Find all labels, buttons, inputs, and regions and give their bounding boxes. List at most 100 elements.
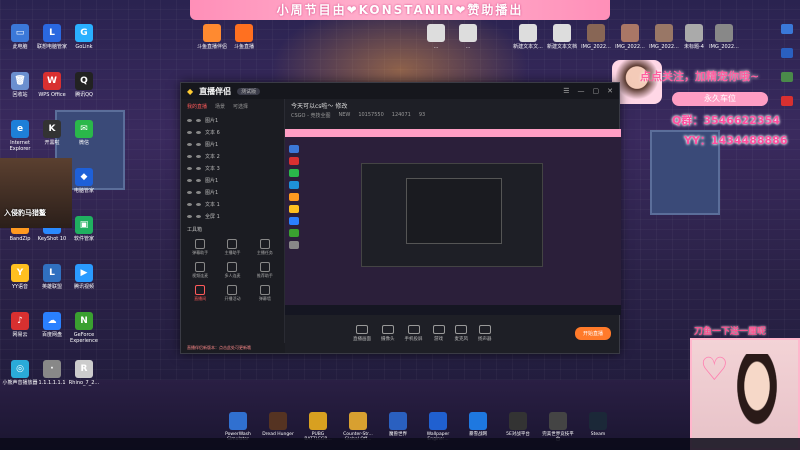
desktop-icon[interactable]: N GeForce Experience (66, 312, 102, 344)
scene-label: 文本 1 (205, 201, 220, 208)
scene-label: 图片1 (205, 177, 219, 184)
desktop-icon[interactable]: IMG_2022... (648, 24, 680, 50)
toolbox-item[interactable]: 开播活动 (217, 285, 247, 302)
stream-meta-item: NEW (338, 112, 351, 118)
desktop-icon[interactable]: G GoLink (66, 24, 102, 50)
eye-icon[interactable] (187, 142, 192, 146)
desktop-icon[interactable]: ... (420, 24, 452, 50)
eye-icon[interactable] (187, 130, 192, 134)
source-button[interactable]: 游戏 (432, 324, 445, 342)
eye-icon[interactable] (187, 154, 192, 158)
toolbox-item[interactable]: 主播任务 (250, 239, 280, 256)
desktop-icon[interactable] (781, 96, 793, 106)
scene-item[interactable]: 图片1 (181, 174, 284, 186)
toolbox-item[interactable]: 直播间 (185, 285, 215, 302)
desktop-icon[interactable]: ◎ 小熊声音播放器 (2, 360, 38, 386)
desktop-icon[interactable]: L 英雄联盟 (34, 264, 70, 290)
desktop-icon[interactable]: 未标题-4 (678, 24, 710, 50)
sponsor-banner: 小周节目由❤KONSTANIN❤赞助播出 (190, 0, 610, 20)
desktop-icon[interactable]: W WPS Office (34, 72, 70, 98)
scene-item[interactable]: 文本 1 (181, 198, 284, 210)
source-button[interactable]: 麦克风 (455, 324, 468, 342)
source-button[interactable]: 扬声器 (478, 324, 492, 342)
source-button[interactable]: 直播画面 (353, 324, 371, 342)
scene-item[interactable]: 文本 3 (181, 162, 284, 174)
desktop-icon[interactable]: L 联想电脑管家 (34, 24, 70, 50)
lock-icon[interactable] (196, 118, 201, 122)
desktop-icon[interactable]: R Rhino_7_2... (66, 360, 102, 386)
app-logo: 直播伴侣 (199, 86, 232, 96)
desktop-icon[interactable]: K 开黑啦 (34, 120, 70, 146)
minimize-icon[interactable]: — (578, 87, 585, 95)
eye-icon[interactable] (187, 190, 192, 194)
eye-icon[interactable] (187, 202, 192, 206)
desktop-icon[interactable]: · 1.1.1.1.1.1 (34, 360, 70, 386)
source-button[interactable]: 摄像头 (381, 324, 395, 342)
source-icon (381, 324, 394, 334)
toolbox-item[interactable]: 主播助手 (217, 239, 247, 256)
toolbox-item[interactable]: 多人连麦 (217, 262, 247, 279)
lock-icon[interactable] (196, 214, 201, 218)
lock-icon[interactable] (196, 178, 201, 182)
update-notice[interactable]: 直播伴侣新版本：点击此处可更新哦 (181, 343, 285, 353)
maximize-icon[interactable]: ▢ (593, 87, 600, 95)
source-button-label: 扬声器 (478, 336, 492, 342)
lock-icon[interactable] (196, 130, 201, 134)
desktop-icon[interactable]: 新建文本文档 (546, 24, 578, 50)
desktop-icon[interactable]: ▶ 腾讯视频 (66, 264, 102, 290)
source-button-label: 摄像头 (381, 336, 395, 342)
eye-icon[interactable] (187, 178, 192, 182)
lock-icon[interactable] (196, 142, 201, 146)
sidebar-tab[interactable]: 我的直播 (187, 103, 207, 110)
desktop-icon-label: GeForce Experience (70, 332, 98, 344)
desktop-icon[interactable]: 斗鱼直播 (228, 24, 260, 50)
desktop-icon[interactable]: ♪ 网易云 (2, 312, 38, 338)
stream-preview[interactable] (285, 129, 621, 315)
eye-icon[interactable] (187, 214, 192, 218)
menu-icon[interactable]: ☰ (563, 87, 569, 95)
desktop-icon[interactable]: 🗑 回收站 (2, 72, 38, 98)
scene-item[interactable]: 全屏 1 (181, 210, 284, 222)
desktop-icon[interactable]: Y YY语音 (2, 264, 38, 290)
desktop-icon[interactable]: ▭ 此电脑 (2, 24, 38, 50)
lock-icon[interactable] (196, 154, 201, 158)
desktop-icon[interactable]: Q 腾讯QQ (66, 72, 102, 98)
toolbox-item[interactable]: 弹幕墙 (250, 285, 280, 302)
desktop-icon[interactable]: IMG_2022... (708, 24, 740, 50)
eye-icon[interactable] (187, 166, 192, 170)
desktop-icon[interactable] (781, 24, 793, 34)
go-live-button[interactable]: 开始直播 (574, 326, 611, 340)
app-icon: G (75, 24, 93, 42)
scene-item[interactable]: 图片1 (181, 186, 284, 198)
streaming-app-window[interactable]: ◆ 直播伴侣 测试版 ☰ — ▢ ✕ 我的直播 场景 可选择 图片1 文本 6 图片1 文… (180, 82, 621, 354)
desktop-icon[interactable]: ... (452, 24, 484, 50)
scene-item[interactable]: 图片1 (181, 114, 284, 126)
desktop-icon[interactable]: IMG_2022... (580, 24, 612, 50)
desktop-icon[interactable]: IMG_2022... (614, 24, 646, 50)
toolbox-item[interactable]: 弹幕助手 (185, 239, 215, 256)
scene-item[interactable]: 图片1 (181, 138, 284, 150)
stream-title[interactable]: 今天可以cs啦～ 修改 (291, 101, 613, 110)
desktop-icon[interactable]: 斗鱼直播伴侣 (196, 24, 228, 50)
desktop-icon[interactable]: ☁ 百度网盘 (34, 312, 70, 338)
desktop-icon[interactable] (781, 48, 793, 58)
eye-icon[interactable] (187, 118, 192, 122)
source-button[interactable]: 手机投屏 (405, 324, 423, 342)
scene-item[interactable]: 文本 6 (181, 126, 284, 138)
desktop-icon[interactable]: 新建文本文... (512, 24, 544, 50)
scene-label: 文本 2 (205, 153, 220, 160)
app-logo-icon: ◆ (187, 86, 194, 96)
lock-icon[interactable] (196, 190, 201, 194)
desktop-icon[interactable]: e Internet Explorer (2, 120, 38, 152)
tool-label: 主播助手 (224, 250, 241, 255)
desktop-icon[interactable]: ✉ 微信 (66, 120, 102, 146)
sidebar-tab[interactable]: 场景 (215, 103, 225, 110)
app-bottom-bar: 直播画面 摄像头 手机投屏 游戏 麦克风 扬声器 开始直播 (285, 313, 619, 353)
scene-item[interactable]: 文本 2 (181, 150, 284, 162)
toolbox-item[interactable]: 视频连麦 (185, 262, 215, 279)
lock-icon[interactable] (196, 202, 201, 206)
lock-icon[interactable] (196, 166, 201, 170)
sidebar-tab[interactable]: 可选择 (233, 103, 248, 110)
toolbox-item[interactable]: 推荐助手 (250, 262, 280, 279)
close-icon[interactable]: ✕ (607, 87, 613, 95)
